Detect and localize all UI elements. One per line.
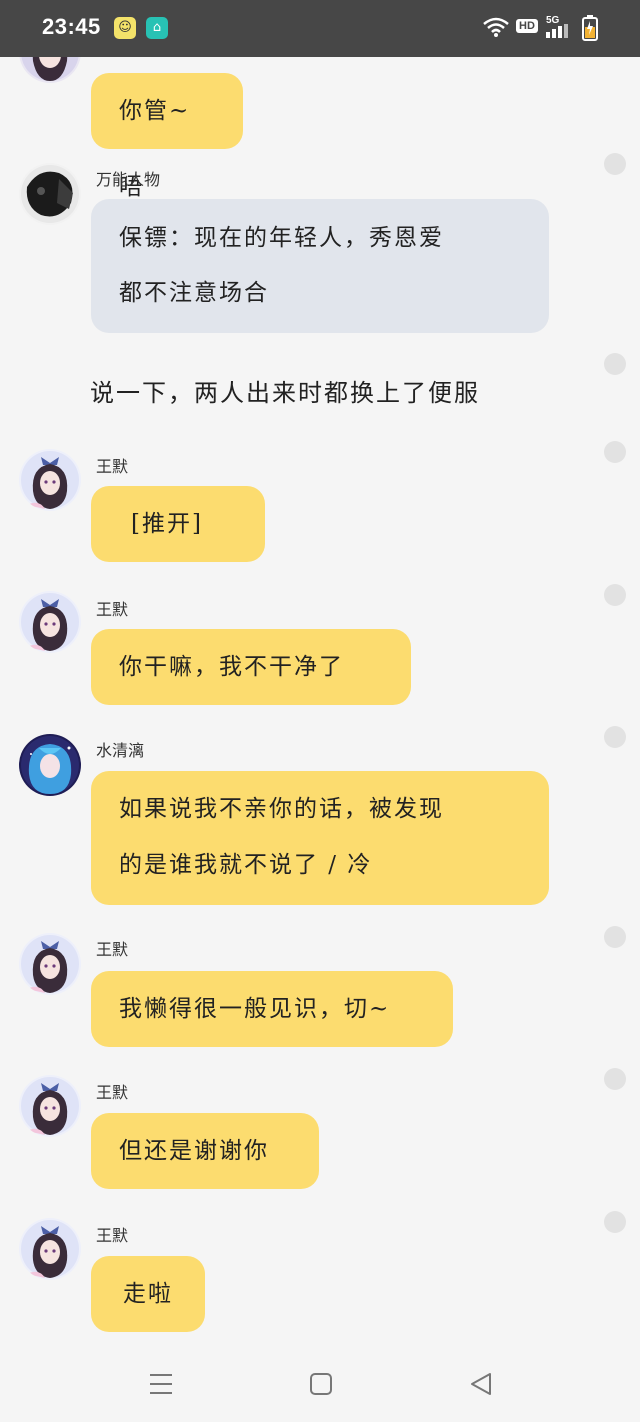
avatar-girl-image (19, 1218, 81, 1280)
avatar[interactable] (19, 591, 81, 653)
chat-message: 你管~唔 (0, 57, 640, 200)
wifi-icon (483, 17, 509, 37)
avatar[interactable] (19, 933, 81, 995)
message-status-dot[interactable] (604, 441, 626, 463)
message-bubble[interactable]: 你管~唔 (91, 73, 243, 200)
chat-message: 王默 我懒得很一般见识，切~ (0, 926, 640, 1059)
message-line: 保镖：现在的年轻人，秀恩爱 (119, 225, 444, 251)
sender-name: 王默 (96, 940, 129, 959)
message-status-dot[interactable] (604, 726, 626, 748)
chat-list[interactable]: 你管~唔 万能人物 保镖：现在的年轻人，秀恩爱 都不注意场合 说一下，两人出来时… (0, 57, 640, 1350)
sender-name: 王默 (96, 1083, 129, 1102)
avatar[interactable] (19, 57, 81, 83)
message-bubble[interactable]: 你干嘛，我不干净了 (91, 629, 411, 705)
message-bubble[interactable]: 保镖：现在的年轻人，秀恩爱 都不注意场合 (91, 199, 549, 333)
chat-message: 万能人物 保镖：现在的年轻人，秀恩爱 都不注意场合 (0, 153, 640, 337)
message-line: 如果说我不亲你的话，被发现 (119, 796, 444, 822)
avatar-girl-image (19, 57, 81, 83)
notification-app-icon: ⌂ (146, 17, 168, 39)
message-line: 都不注意场合 (119, 280, 269, 306)
sender-name: 王默 (96, 457, 129, 476)
avatar-girl-image (19, 591, 81, 653)
status-bar: 23:45 ☺ ⌂ HD 5G (0, 0, 640, 57)
narration-message: 说一下，两人出来时都换上了便服 (0, 349, 640, 429)
avatar[interactable] (19, 449, 81, 511)
message-bubble[interactable]: 但还是谢谢你 (91, 1113, 319, 1189)
message-text: [推开] (131, 511, 203, 537)
sender-name: 王默 (96, 1226, 129, 1245)
avatar[interactable] (19, 734, 81, 796)
message-status-dot[interactable] (604, 584, 626, 606)
sender-name: 水清漓 (96, 741, 145, 760)
message-bubble[interactable]: [推开] (91, 486, 265, 562)
narration-text: 说一下，两人出来时都换上了便服 (90, 379, 480, 407)
avatar[interactable] (19, 163, 81, 225)
chat-message: 王默 但还是谢谢你 (0, 1068, 640, 1201)
message-status-dot[interactable] (604, 1211, 626, 1233)
chat-message: 王默 你干嘛，我不干净了 (0, 584, 640, 717)
message-bubble[interactable]: 走啦 (91, 1256, 205, 1332)
avatar-girl-image (19, 1075, 81, 1137)
message-status-dot[interactable] (604, 353, 626, 375)
chat-message: 王默 [推开] (0, 441, 640, 575)
menu-icon[interactable] (149, 1372, 173, 1396)
chat-message: 水清漓 如果说我不亲你的话，被发现 的是谁我就不说了 / 冷 (0, 726, 640, 909)
avatar[interactable] (19, 1218, 81, 1280)
back-icon[interactable] (468, 1371, 494, 1397)
message-status-dot[interactable] (604, 153, 626, 175)
avatar-dark-image (19, 163, 81, 225)
message-status-dot[interactable] (604, 1068, 626, 1090)
sender-name: 万能人物 (96, 170, 161, 189)
hd-icon: HD (516, 19, 538, 33)
message-text: 你干嘛，我不干净了 (119, 654, 344, 680)
message-bubble[interactable]: 我懒得很一般见识，切~ (91, 971, 453, 1047)
avatar-girl-image (19, 933, 81, 995)
home-icon[interactable] (309, 1372, 333, 1396)
avatar-girl-image (19, 449, 81, 511)
chat-message: 王默 走啦 (0, 1211, 640, 1344)
message-status-dot[interactable] (604, 926, 626, 948)
sender-name: 王默 (96, 600, 129, 619)
message-text: 但还是谢谢你 (119, 1138, 269, 1164)
message-line: 的是谁我就不说了 / 冷 (119, 852, 373, 878)
battery-icon (582, 15, 598, 41)
signal-icon (546, 24, 568, 38)
avatar-blue-image (19, 734, 81, 796)
status-time: 23:45 (42, 14, 101, 39)
message-text: 我懒得很一般见识，切~ (119, 996, 391, 1022)
notification-app-icon: ☺ (114, 17, 136, 39)
avatar[interactable] (19, 1075, 81, 1137)
navigation-bar (0, 1350, 640, 1422)
message-bubble[interactable]: 如果说我不亲你的话，被发现 的是谁我就不说了 / 冷 (91, 771, 549, 905)
message-text: 走啦 (123, 1281, 173, 1307)
